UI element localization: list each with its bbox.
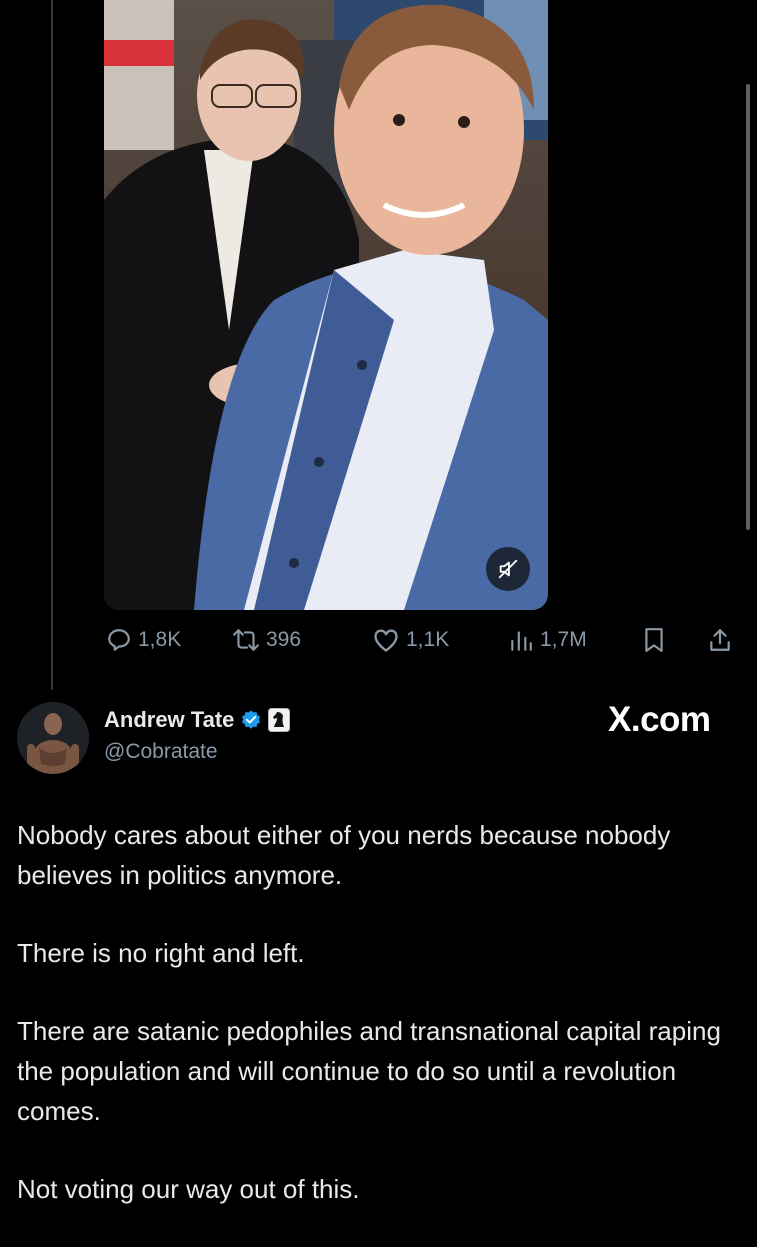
post-paragraph: Not voting our way out of this. <box>17 1174 360 1204</box>
handle[interactable]: @Cobratate <box>104 740 218 764</box>
views-icon <box>511 631 532 651</box>
views-count: 1,7M <box>540 628 587 651</box>
thread-connector-line <box>51 0 53 690</box>
heart-icon <box>374 629 398 652</box>
repost-icon <box>233 629 259 651</box>
xcom-watermark: X.com <box>608 700 711 739</box>
like-count: 1,1K <box>406 628 450 651</box>
post-paragraph: There are satanic pedophiles and transna… <box>17 1016 721 1126</box>
reply-icon <box>108 629 130 651</box>
scrollbar[interactable] <box>746 84 750 530</box>
mute-button[interactable] <box>486 547 530 591</box>
display-name[interactable]: Andrew Tate <box>104 707 234 733</box>
repost-count: 396 <box>266 628 302 651</box>
post-paragraph: Nobody cares about either of you nerds b… <box>17 820 671 890</box>
share-button[interactable] <box>707 622 733 658</box>
repost-button[interactable]: 396 <box>232 622 301 658</box>
bookmark-button[interactable] <box>642 622 666 658</box>
author-name-row: Andrew Tate <box>104 707 291 733</box>
views-button[interactable]: 1,7M <box>508 622 587 658</box>
mute-icon <box>498 559 518 579</box>
like-button[interactable]: 1,1K <box>372 622 449 658</box>
reply-count: 1,8K <box>138 628 182 651</box>
avatar[interactable] <box>17 702 89 774</box>
bookmark-icon <box>645 628 663 652</box>
verified-badge-icon <box>242 710 261 729</box>
chess-knight-badge-icon <box>268 708 291 732</box>
share-icon <box>710 629 730 651</box>
post-text: Nobody cares about either of you nerds b… <box>17 815 745 1247</box>
post-action-bar: 1,8K 396 1,1K 1,7M <box>0 622 757 658</box>
video-frame-image <box>104 0 548 610</box>
reply-button[interactable]: 1,8K <box>106 622 181 658</box>
post-paragraph: There is no right and left. <box>17 938 305 968</box>
avatar-image <box>17 702 89 774</box>
video-media[interactable] <box>104 0 548 610</box>
